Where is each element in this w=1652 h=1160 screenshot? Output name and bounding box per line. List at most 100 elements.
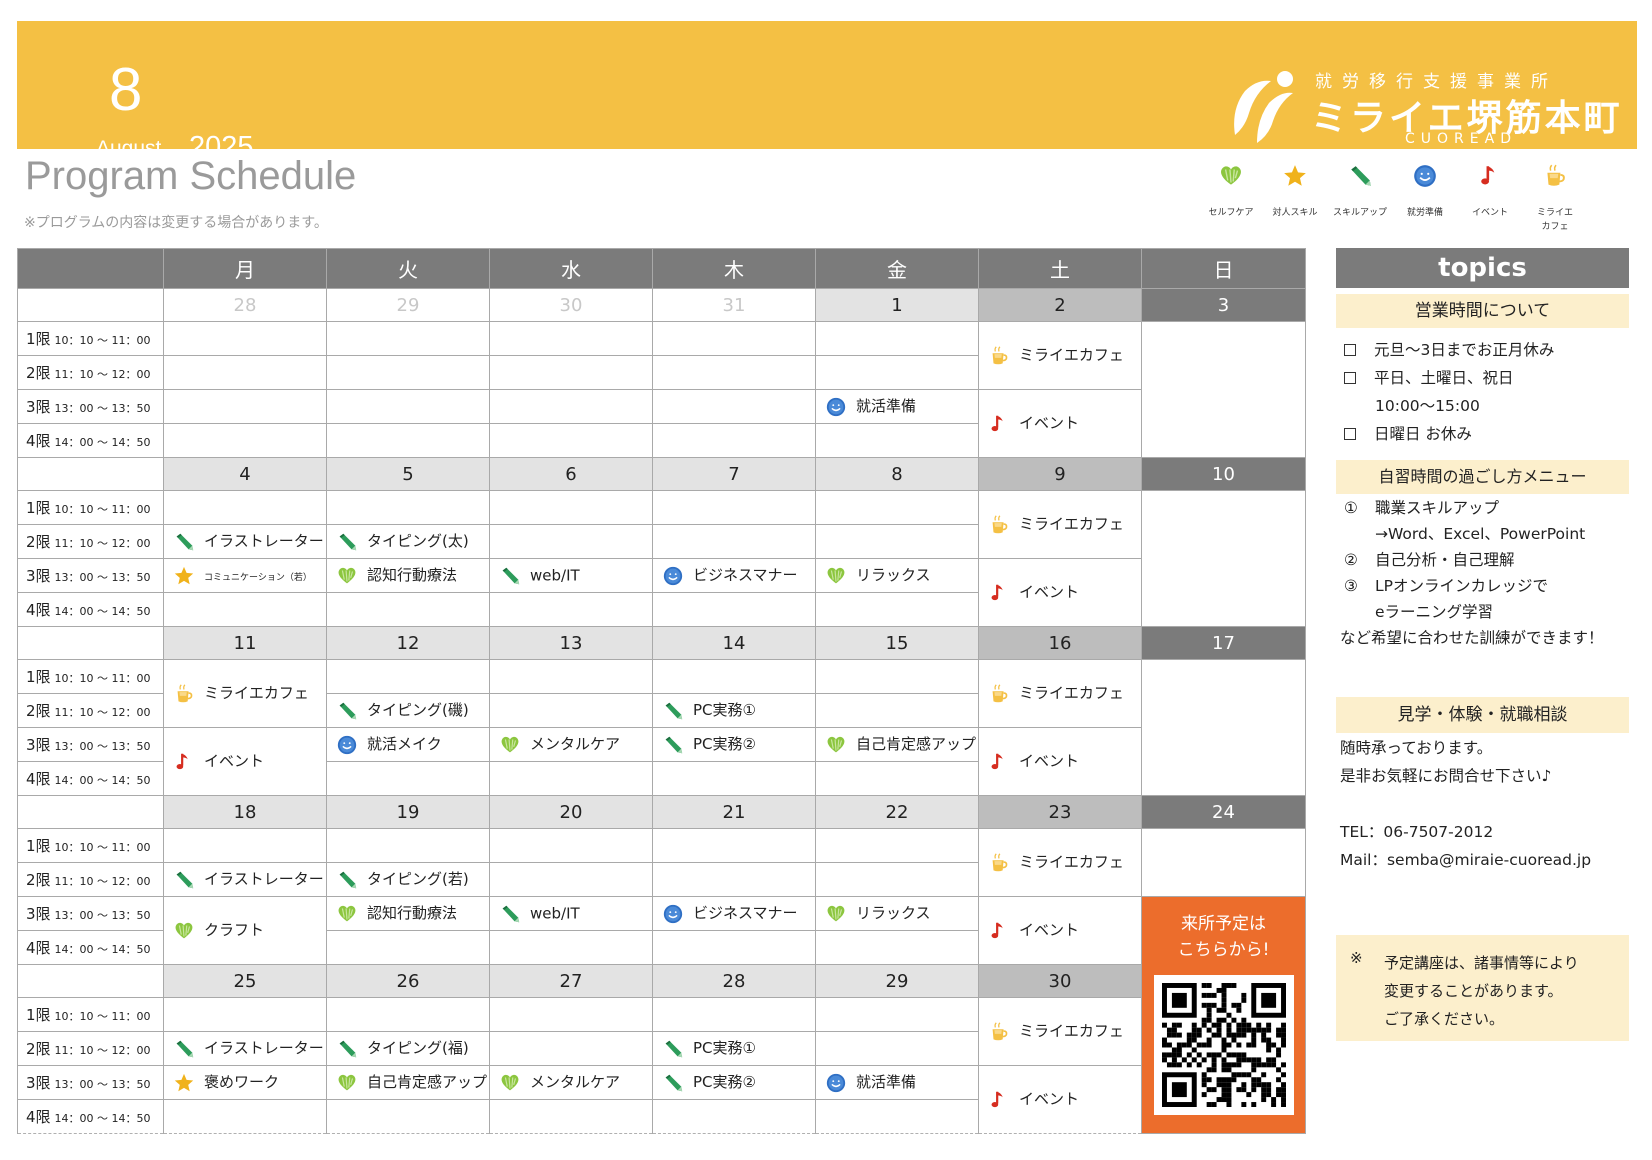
self-study-3-detail: eラーニング学習 (1375, 603, 1494, 621)
program-cell (489, 524, 653, 559)
notice-line-3: ご了承ください。 (1384, 1010, 1505, 1028)
program-name: web/IT (530, 566, 580, 584)
period-label: 4限 14：00 ～ 14：50 (17, 930, 164, 965)
program-cell (652, 592, 816, 627)
music-note-icon (990, 921, 1004, 940)
date-cell: 20 (489, 795, 653, 829)
saturday-cell: ミライエカフェ (978, 659, 1142, 728)
schedule-note: ※プログラムの内容は変更する場合があります。 (24, 215, 328, 231)
program-cell (489, 828, 653, 863)
program-name: ミライエカフェ (1019, 515, 1124, 534)
smiley-icon (826, 1072, 846, 1093)
date-cell: 30 (978, 964, 1142, 998)
period-label: 3限 13：00 ～ 13：50 (17, 558, 164, 593)
date-cell: 31 (652, 288, 816, 322)
program-cell (815, 930, 979, 965)
program-cell (489, 423, 653, 458)
program-name: クラフト (204, 921, 265, 940)
program-name: タイピング(太) (367, 532, 469, 551)
contact-tel[interactable]: TEL：06-7507-2012 (1340, 820, 1493, 842)
coffee-cup-icon (991, 1021, 1008, 1041)
program-name: イベント (1019, 1090, 1080, 1109)
program-cell (652, 659, 816, 694)
sunday-cell (1141, 321, 1306, 458)
program-name: 就活準備 (856, 1073, 917, 1092)
qr-code-icon[interactable] (1161, 983, 1286, 1107)
pencil-icon (502, 905, 520, 922)
period-label: 2限 11：10 ～ 12：00 (17, 355, 164, 390)
program-name: イラストレーター (204, 1039, 324, 1058)
legend-item: ミライエ カフェ (1523, 162, 1587, 234)
self-study-summary: など希望に合わせた訓練ができます！ (1340, 629, 1604, 647)
program-cell (163, 423, 327, 458)
program-cell: 自己肯定感アップ (815, 727, 979, 762)
period-label: 1限 10：10 ～ 11：00 (17, 321, 164, 356)
pencil-icon (502, 567, 520, 584)
checkbox-icon (1344, 372, 1356, 384)
period-label: 1限 10：10 ～ 11：00 (17, 997, 164, 1032)
program-cell (163, 355, 327, 390)
notice-mark: ※ (1350, 949, 1363, 967)
self-study-2: ② 自己分析・自己理解 (1344, 551, 1515, 569)
saturday-cell: ミライエカフェ (978, 828, 1142, 897)
program-cell (652, 862, 816, 897)
coffee-cup-icon (991, 345, 1008, 365)
date-cell: 17 (1141, 626, 1306, 660)
program-cell: PC実務② (652, 727, 816, 762)
date-cell: 3 (1141, 288, 1306, 322)
program-cell (326, 1099, 490, 1134)
program-cell: タイピング(福) (326, 1031, 490, 1066)
smiley-icon (663, 565, 683, 586)
music-note-icon (990, 583, 1004, 602)
visit-line-2: 是非お気軽にお問合せ下さい♪ (1340, 767, 1552, 785)
date-cell: 29 (815, 964, 979, 998)
date-cell: 26 (326, 964, 490, 998)
date-cell: 21 (652, 795, 816, 829)
program-cell: イラストレーター (163, 1031, 327, 1066)
program-name: メンタルケア (530, 735, 621, 754)
date-cell: 19 (326, 795, 490, 829)
program-name: PC実務② (693, 735, 756, 754)
program-cell (163, 389, 327, 424)
coffee-cup-icon (991, 683, 1008, 703)
legend-label: 対人スキル (1272, 208, 1318, 218)
pencil-icon (665, 702, 683, 719)
program-cell (326, 828, 490, 863)
program-name: PC実務① (693, 701, 756, 720)
period-row: 1限 10：10 ～ 11：00 ミライエカフェ (17, 490, 1306, 627)
period-spacer (17, 288, 164, 322)
date-cell: 30 (489, 288, 653, 322)
contact-mail[interactable]: Mail：semba@miraie-cuoread.jp (1340, 848, 1591, 870)
program-name: イラストレーター (204, 532, 324, 551)
program-name: 就活メイク (367, 735, 442, 754)
program-cell (815, 524, 979, 559)
period-label: 3限 13：00 ～ 13：50 (17, 389, 164, 424)
weekday-sat: 土 (978, 248, 1142, 289)
coffee-cup-icon (991, 514, 1008, 534)
program-name: ミライエカフェ (1019, 684, 1124, 703)
star-icon (174, 1073, 194, 1091)
period-label: 4限 14：00 ～ 14：50 (17, 1099, 164, 1134)
program-name: イベント (1019, 921, 1080, 940)
page-title: Program Schedule (25, 154, 357, 198)
date-cell: 9 (978, 457, 1142, 491)
self-study-3: ③ LPオンラインカレッジで (1344, 577, 1548, 595)
heart-leaf-icon (826, 567, 846, 584)
program-cell: web/IT (489, 558, 653, 593)
heart-leaf-icon (500, 1074, 520, 1091)
qr-text-line-2: こちらから! (1177, 940, 1270, 960)
date-row: 28 29 30 31 1 2 3 (17, 288, 1306, 322)
program-cell: ミライエカフェ (163, 659, 327, 728)
date-cell: 23 (978, 795, 1142, 829)
header-band: 8 August 2025 就労移行支援事業所 ミライエ堺筋本町 CUOREAD (17, 21, 1637, 163)
program-cell: PC実務② (652, 1065, 816, 1100)
program-cell: 認知行動療法 (326, 896, 490, 931)
program-cell: ビジネスマナー (652, 896, 816, 931)
logo-mark-icon (1234, 71, 1293, 143)
date-cell: 27 (489, 964, 653, 998)
program-cell (326, 389, 490, 424)
reservation-qr-panel[interactable]: 来所予定は こちらから! (1141, 896, 1306, 1134)
program-cell (652, 997, 816, 1032)
coffee-cup-icon (176, 683, 193, 703)
program-cell: ビジネスマナー (652, 558, 816, 593)
